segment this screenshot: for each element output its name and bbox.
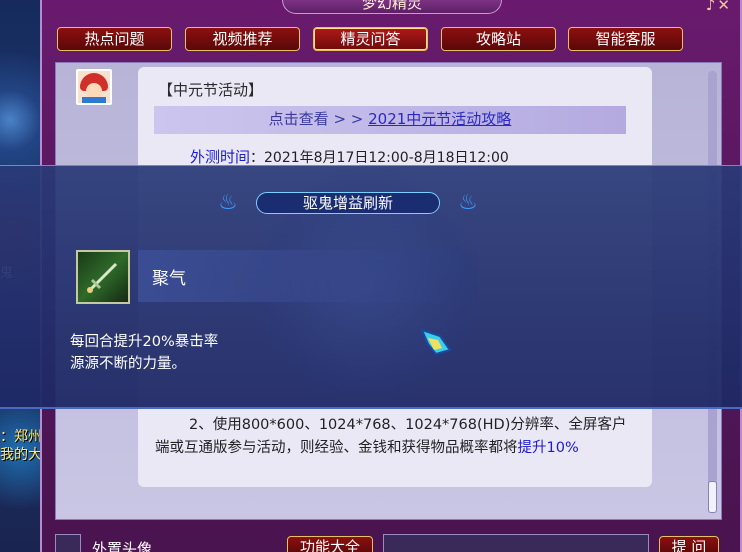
message-title: 【中元节活动】 — [158, 81, 264, 99]
tab-sprite-qa[interactable]: 精灵问答 — [313, 27, 428, 51]
test-time-row: 外测时间：2021年8月17日12:00-8月18日12:00 — [190, 146, 509, 167]
buff-tooltip: ♨ 驱鬼增益刷新 ♨ 聚气 每回合提升20%暴击率 源源不断的力量。 — [0, 165, 742, 409]
message-body-highlight: 提升10% — [517, 440, 579, 456]
link-prefix: 点击查看 > > — [268, 110, 369, 128]
game-chat-text: ：郑州 我的大 — [0, 428, 44, 464]
avatar-body — [82, 97, 106, 103]
tooltip-header: ♨ 驱鬼增益刷新 ♨ — [218, 188, 478, 218]
skill-desc-line-1: 每回合提升20%暴击率 — [70, 334, 219, 350]
test-time-value: ：2021年8月17日12:00-8月18日12:00 — [250, 150, 509, 166]
tab-bar: 热点问题 视频推荐 精灵问答 攻略站 智能客服 — [57, 27, 683, 53]
skill-name-bar: 聚气 — [138, 250, 478, 302]
message-body: 2、使用800*600、1024*768、1024*768(HD)分辨率、全屏客… — [155, 414, 640, 460]
window-title[interactable]: 梦幻精灵 — [282, 0, 502, 14]
external-avatar-checkbox[interactable] — [55, 534, 81, 552]
external-avatar-label: 外置头像 — [92, 540, 153, 552]
game-chat-line-1: ：郑州 — [0, 429, 42, 445]
function-list-button[interactable]: 功能大全 — [287, 536, 373, 552]
test-time-label: 外测时间 — [190, 148, 251, 166]
guide-link[interactable]: 2021中元节活动攻略 — [368, 110, 511, 128]
tab-video-recommend[interactable]: 视频推荐 — [185, 27, 300, 51]
guide-link-bar[interactable]: 点击查看 > > 2021中元节活动攻略 — [154, 106, 626, 134]
skill-desc-line-2: 源源不断的力量。 — [70, 356, 186, 372]
blue-flame-icon: ♨ — [218, 190, 238, 215]
question-input[interactable] — [383, 534, 649, 552]
game-chat-line-2: 我的大 — [0, 447, 42, 463]
tab-smart-support[interactable]: 智能客服 — [568, 27, 683, 51]
tab-guide-site[interactable]: 攻略站 — [441, 27, 556, 51]
skill-description: 每回合提升20%暴击率 源源不断的力量。 — [70, 331, 218, 375]
skill-name: 聚气 — [152, 269, 186, 289]
tab-hot-questions[interactable]: 热点问题 — [57, 27, 172, 51]
bottom-bar: 外置头像 功能大全 提 问 — [55, 530, 735, 552]
ask-button[interactable]: 提 问 — [659, 536, 719, 552]
sword-skill-icon — [76, 250, 130, 304]
tooltip-title: 驱鬼增益刷新 — [256, 192, 440, 214]
avatar — [76, 69, 112, 105]
cursor-icon — [420, 328, 452, 360]
close-icon[interactable]: ♪✕ — [706, 0, 732, 14]
scroll-thumb[interactable] — [708, 481, 717, 513]
blue-flame-icon: ♨ — [458, 190, 478, 215]
